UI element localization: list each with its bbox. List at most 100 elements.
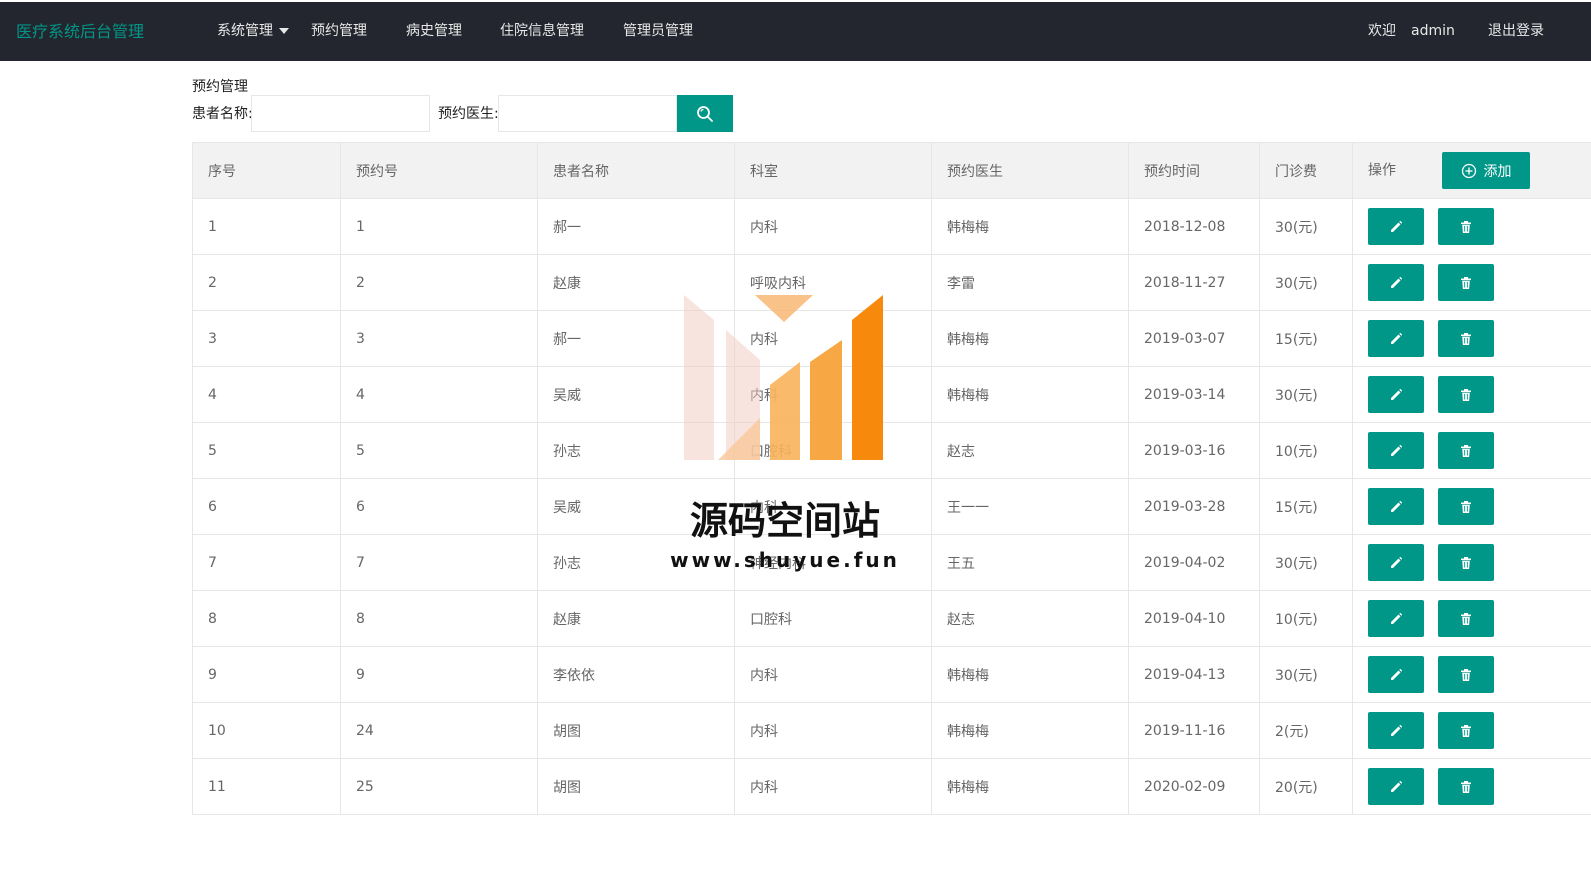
delete-button[interactable] bbox=[1438, 208, 1494, 245]
cell-actions bbox=[1352, 366, 1591, 423]
col-header-time: 预约时间 bbox=[1128, 142, 1260, 199]
cell-fee: 30(元) bbox=[1259, 534, 1353, 591]
cell-index: 9 bbox=[192, 646, 341, 703]
username[interactable]: admin bbox=[1411, 2, 1455, 61]
edit-button[interactable] bbox=[1368, 544, 1424, 581]
cell-time: 2020-02-09 bbox=[1128, 758, 1260, 815]
cell-time: 2019-03-16 bbox=[1128, 422, 1260, 479]
cell-actions bbox=[1352, 590, 1591, 647]
cell-doctor: 赵志 bbox=[931, 422, 1129, 479]
table-row: 5 5 孙志 口腔科 赵志 2019-03-16 10(元) bbox=[192, 422, 1591, 479]
edit-button[interactable] bbox=[1368, 656, 1424, 693]
cell-actions bbox=[1352, 310, 1591, 367]
edit-button[interactable] bbox=[1368, 264, 1424, 301]
cell-appointment-no: 2 bbox=[340, 254, 538, 311]
nav-appointment-management[interactable]: 预约管理 bbox=[311, 2, 367, 61]
delete-button[interactable] bbox=[1438, 320, 1494, 357]
table-row: 10 24 胡图 内科 韩梅梅 2019-11-16 2(元) bbox=[192, 702, 1591, 759]
cell-fee: 15(元) bbox=[1259, 310, 1353, 367]
pencil-icon bbox=[1391, 276, 1403, 288]
logout-link[interactable]: 退出登录 bbox=[1488, 2, 1544, 61]
pencil-icon bbox=[1391, 612, 1403, 624]
cell-time: 2018-11-27 bbox=[1128, 254, 1260, 311]
nav-history-management[interactable]: 病史管理 bbox=[406, 2, 462, 61]
patient-name-input[interactable] bbox=[251, 95, 430, 132]
cell-appointment-no: 5 bbox=[340, 422, 538, 479]
edit-button[interactable] bbox=[1368, 712, 1424, 749]
delete-button[interactable] bbox=[1438, 376, 1494, 413]
trash-icon bbox=[1461, 556, 1471, 569]
table-body: 1 1 郝一 内科 韩梅梅 2018-12-08 30(元) 2 2 赵康 呼吸内科 李雷 2018-1… bbox=[192, 198, 1591, 815]
welcome-text: 欢迎 bbox=[1368, 23, 1396, 39]
edit-button[interactable] bbox=[1368, 600, 1424, 637]
pencil-icon bbox=[1391, 780, 1403, 792]
edit-button[interactable] bbox=[1368, 320, 1424, 357]
trash-icon bbox=[1461, 388, 1471, 401]
brand-title[interactable]: 医疗系统后台管理 bbox=[16, 2, 144, 61]
nav-admin-management[interactable]: 管理员管理 bbox=[623, 2, 693, 61]
delete-button[interactable] bbox=[1438, 264, 1494, 301]
delete-button[interactable] bbox=[1438, 600, 1494, 637]
trash-icon bbox=[1461, 332, 1471, 345]
cell-index: 10 bbox=[192, 702, 341, 759]
table-row: 8 8 赵康 口腔科 赵志 2019-04-10 10(元) bbox=[192, 590, 1591, 647]
table-row: 1 1 郝一 内科 韩梅梅 2018-12-08 30(元) bbox=[192, 198, 1591, 255]
delete-button[interactable] bbox=[1438, 712, 1494, 749]
cell-appointment-no: 8 bbox=[340, 590, 538, 647]
edit-button[interactable] bbox=[1368, 376, 1424, 413]
cell-patient: 吴威 bbox=[537, 366, 735, 423]
col-header-appointment-no: 预约号 bbox=[340, 142, 538, 199]
delete-button[interactable] bbox=[1438, 768, 1494, 805]
delete-button[interactable] bbox=[1438, 656, 1494, 693]
search-button[interactable] bbox=[677, 95, 733, 132]
cell-appointment-no: 25 bbox=[340, 758, 538, 815]
cell-actions bbox=[1352, 422, 1591, 479]
edit-button[interactable] bbox=[1368, 768, 1424, 805]
nav-hospitalization-management[interactable]: 住院信息管理 bbox=[500, 2, 584, 61]
edit-button[interactable] bbox=[1368, 208, 1424, 245]
cell-appointment-no: 1 bbox=[340, 198, 538, 255]
cell-patient: 胡图 bbox=[537, 702, 735, 759]
cell-appointment-no: 4 bbox=[340, 366, 538, 423]
plus-circle-icon bbox=[1462, 163, 1477, 178]
cell-doctor: 韩梅梅 bbox=[931, 198, 1129, 255]
delete-button[interactable] bbox=[1438, 432, 1494, 469]
cell-fee: 10(元) bbox=[1259, 590, 1353, 647]
cell-patient: 赵康 bbox=[537, 590, 735, 647]
nav-system-management[interactable]: 系统管理 bbox=[217, 2, 289, 61]
cell-department: 神经内科 bbox=[734, 534, 932, 591]
cell-time: 2019-04-13 bbox=[1128, 646, 1260, 703]
cell-time: 2019-03-28 bbox=[1128, 478, 1260, 535]
col-header-fee: 门诊费 bbox=[1259, 142, 1353, 199]
cell-fee: 20(元) bbox=[1259, 758, 1353, 815]
cell-doctor: 韩梅梅 bbox=[931, 702, 1129, 759]
top-navbar: 医疗系统后台管理 系统管理 预约管理 病史管理 住院信息管理 管理员管理 欢迎 … bbox=[0, 2, 1591, 61]
cell-index: 4 bbox=[192, 366, 341, 423]
cell-doctor: 韩梅梅 bbox=[931, 646, 1129, 703]
delete-button[interactable] bbox=[1438, 544, 1494, 581]
table-header-row: 序号 预约号 患者名称 科室 预约医生 预约时间 门诊费 操作 添加 bbox=[192, 142, 1591, 199]
pencil-icon bbox=[1391, 668, 1403, 680]
cell-index: 7 bbox=[192, 534, 341, 591]
add-button[interactable]: 添加 bbox=[1442, 152, 1531, 189]
add-button-label: 添加 bbox=[1483, 163, 1512, 180]
trash-icon bbox=[1461, 780, 1471, 793]
edit-button[interactable] bbox=[1368, 432, 1424, 469]
cell-patient: 胡图 bbox=[537, 758, 735, 815]
edit-button[interactable] bbox=[1368, 488, 1424, 525]
cell-index: 3 bbox=[192, 310, 341, 367]
cell-patient: 郝一 bbox=[537, 198, 735, 255]
col-header-patient: 患者名称 bbox=[537, 142, 735, 199]
col-header-index: 序号 bbox=[192, 142, 341, 199]
cell-index: 2 bbox=[192, 254, 341, 311]
cell-fee: 2(元) bbox=[1259, 702, 1353, 759]
delete-button[interactable] bbox=[1438, 488, 1494, 525]
doctor-input[interactable] bbox=[498, 95, 677, 132]
cell-appointment-no: 9 bbox=[340, 646, 538, 703]
cell-time: 2019-03-14 bbox=[1128, 366, 1260, 423]
cell-department: 内科 bbox=[734, 198, 932, 255]
cell-index: 5 bbox=[192, 422, 341, 479]
cell-appointment-no: 7 bbox=[340, 534, 538, 591]
pencil-icon bbox=[1391, 388, 1403, 400]
cell-patient: 郝一 bbox=[537, 310, 735, 367]
